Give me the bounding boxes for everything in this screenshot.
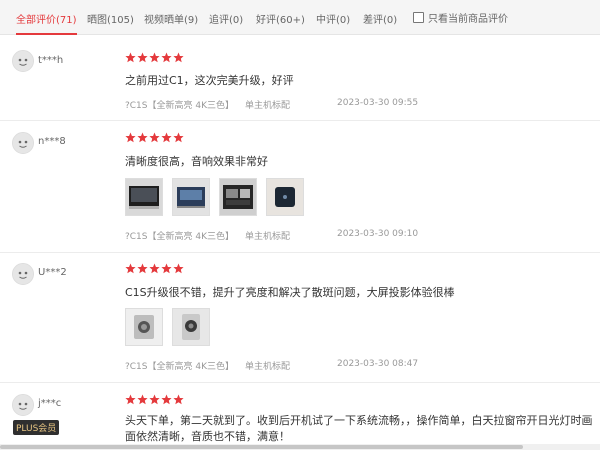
only-current-product-checkbox[interactable]: 只看当前商品评价 [413,10,508,25]
review-text: 之前用过C1，这次完美升级，好评 [125,74,294,87]
star-icon [125,394,136,405]
tab-neutral-reviews[interactable]: 中评(0) [316,11,350,26]
star-icon [137,263,148,274]
only-current-label: 只看当前商品评价 [428,14,508,25]
horizontal-scrollbar[interactable] [0,444,600,450]
star-icon [137,132,148,143]
review-text: C1S升级很不错，提升了亮度和解决了散斑问题，大屏投影体验很棒 [125,286,455,299]
review-photos [125,308,210,346]
review-photo-thumbnail[interactable] [125,178,163,216]
tab-video-reviews[interactable]: 视频晒单(9) [144,11,198,26]
username: t***h [38,55,64,66]
star-icon [149,263,160,274]
review-item: n***8 清晰度很高，音响效果非常好 ?C1S【全新高亮 4K三色】 单主机标… [0,121,600,253]
user-avatar[interactable] [12,263,34,285]
product-config: 单主机标配 [245,101,291,111]
star-rating [125,52,184,63]
star-icon [149,52,160,63]
review-text: 清晰度很高，音响效果非常好 [125,155,268,168]
review-photo-thumbnail[interactable] [266,178,304,216]
product-config: 单主机标配 [245,362,291,372]
review-text: 头天下单，第二天就到了。收到后开机试了一下系统流畅，，操作简单，白天拉窗帘开日光… [125,414,593,443]
star-icon [173,263,184,274]
review-item: j***c PLUS会员 头天下单，第二天就到了。收到后开机试了一下系统流畅，，… [0,383,600,450]
star-rating [125,132,184,143]
star-rating [125,263,184,274]
star-icon [161,52,172,63]
star-rating [125,394,184,405]
tab-all-reviews[interactable]: 全部评价(71) [16,11,77,35]
review-item: t***h 之前用过C1，这次完美升级，好评 ?C1S【全新高亮 4K三色】 单… [0,35,600,121]
star-icon [149,394,160,405]
review-photos [125,178,304,216]
review-photo-thumbnail[interactable] [125,308,163,346]
review-photo-thumbnail[interactable] [219,178,257,216]
star-icon [173,52,184,63]
tab-negative-reviews[interactable]: 差评(0) [363,11,397,26]
username: n***8 [38,136,66,147]
star-icon [137,52,148,63]
review-date: 2023-03-30 09:10 [337,229,419,239]
review-date: 2023-03-30 09:55 [337,98,419,108]
checkbox-box[interactable] [413,12,424,23]
review-filter-bar: 全部评价(71) 晒图(105) 视频晒单(9) 追评(0) 好评(60+) 中… [0,0,600,35]
product-variant: ?C1S【全新高亮 4K三色】 [125,362,234,372]
star-icon [149,132,160,143]
username: j***c [38,398,62,409]
star-icon [125,52,136,63]
star-icon [173,132,184,143]
user-avatar[interactable] [12,394,34,416]
product-variant: ?C1S【全新高亮 4K三色】 [125,101,234,111]
username: U***2 [38,267,67,278]
star-icon [137,394,148,405]
tab-positive-reviews[interactable]: 好评(60+) [256,11,305,26]
star-icon [173,394,184,405]
scrollbar-thumb[interactable] [0,445,523,449]
star-icon [161,394,172,405]
product-variant: ?C1S【全新高亮 4K三色】 [125,232,234,242]
star-icon [161,263,172,274]
star-icon [125,132,136,143]
review-photo-thumbnail[interactable] [172,178,210,216]
star-icon [125,263,136,274]
tab-photo-reviews[interactable]: 晒图(105) [87,11,134,26]
product-config: 单主机标配 [245,232,291,242]
review-date: 2023-03-30 08:47 [337,359,419,369]
star-icon [161,132,172,143]
review-item: U***2 C1S升级很不错，提升了亮度和解决了散斑问题，大屏投影体验很棒 ?C… [0,253,600,383]
tab-follow-up-reviews[interactable]: 追评(0) [209,11,243,26]
review-photo-thumbnail[interactable] [172,308,210,346]
user-avatar[interactable] [12,50,34,72]
plus-member-badge: PLUS会员 [13,420,60,435]
user-avatar[interactable] [12,132,34,154]
